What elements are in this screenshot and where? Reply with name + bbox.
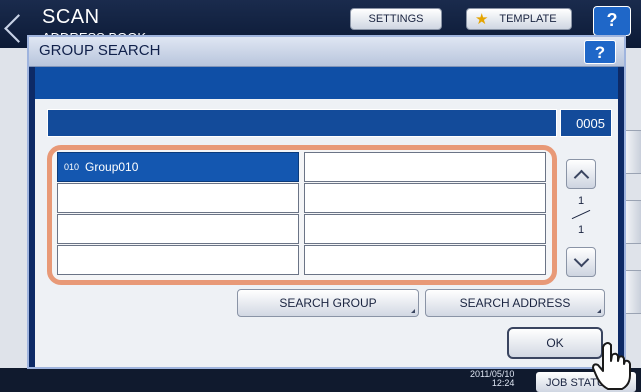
search-text-field[interactable] bbox=[47, 109, 557, 137]
dialog-body: 0005 010 Group010 1 1 SEARCH GROUP SEARC… bbox=[35, 99, 618, 367]
result-count: 0005 bbox=[560, 109, 612, 137]
group-search-dialog: GROUP SEARCH ? 0005 010 Group010 1 1 SEA… bbox=[27, 35, 626, 369]
background-help-button[interactable]: ? bbox=[593, 6, 631, 36]
page-up-button[interactable] bbox=[566, 159, 596, 189]
pointing-hand-icon bbox=[592, 342, 631, 390]
group-name: Group010 bbox=[85, 160, 139, 174]
time-text: 12:24 bbox=[491, 378, 515, 388]
search-address-button[interactable]: SEARCH ADDRESS bbox=[425, 289, 605, 317]
page-down-button[interactable] bbox=[566, 247, 596, 277]
datetime: 2011/05/10 12:24 bbox=[470, 370, 514, 388]
group-list-item[interactable] bbox=[57, 183, 299, 213]
group-list-highlight: 010 Group010 bbox=[47, 145, 557, 285]
ok-button[interactable]: OK bbox=[507, 327, 603, 359]
star-icon: ★ bbox=[475, 11, 489, 28]
settings-button[interactable]: SETTINGS bbox=[350, 8, 442, 30]
template-label: TEMPLATE bbox=[499, 13, 557, 25]
chevron-down-icon bbox=[573, 251, 590, 268]
dialog-title-bar: GROUP SEARCH ? bbox=[29, 37, 624, 67]
dialog-help-button[interactable]: ? bbox=[584, 40, 616, 64]
background-title: SCAN bbox=[42, 6, 100, 28]
corner-indicator-icon bbox=[597, 309, 601, 313]
group-list-item[interactable] bbox=[57, 214, 299, 244]
dialog-title: GROUP SEARCH bbox=[39, 42, 161, 59]
group-list-item[interactable]: 010 Group010 bbox=[57, 152, 299, 182]
template-button[interactable]: ★ TEMPLATE bbox=[466, 8, 572, 30]
search-address-label: SEARCH ADDRESS bbox=[459, 296, 571, 310]
corner-indicator-icon bbox=[411, 309, 415, 313]
group-list-item[interactable] bbox=[304, 183, 546, 213]
group-list-item[interactable] bbox=[57, 245, 299, 275]
group-list-item[interactable] bbox=[304, 214, 546, 244]
group-number: 010 bbox=[64, 162, 80, 172]
current-page: 1 bbox=[577, 195, 585, 207]
group-list-item[interactable] bbox=[304, 245, 546, 275]
chevron-up-icon bbox=[573, 169, 590, 186]
group-list-item[interactable] bbox=[304, 152, 546, 182]
search-group-label: SEARCH GROUP bbox=[279, 296, 377, 310]
page-separator bbox=[571, 209, 591, 220]
search-group-button[interactable]: SEARCH GROUP bbox=[237, 289, 419, 317]
dialog-band bbox=[35, 67, 618, 99]
total-pages: 1 bbox=[577, 224, 585, 236]
